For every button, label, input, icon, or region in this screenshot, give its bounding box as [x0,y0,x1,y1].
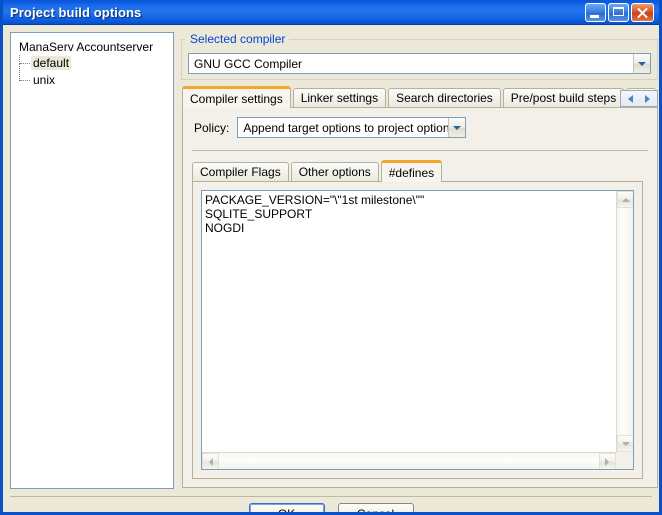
close-icon[interactable] [631,2,654,22]
defines-text-content[interactable]: PACKAGE_VERSION="\"1st milestone\"" SQLI… [202,191,616,452]
scroll-left-icon[interactable] [621,91,639,106]
tab-other-options[interactable]: Other options [290,162,379,182]
compiler-dropdown[interactable]: GNU GCC Compiler [188,53,651,74]
compiler-settings-page: Policy: Append target options to project… [182,107,658,488]
tab-label: Compiler Flags [200,165,281,179]
window-title: Project build options [10,4,142,20]
tree-item-default[interactable]: default [11,55,173,73]
project-build-options-dialog: Project build options ManaServ Accountse… [0,0,662,515]
tab-label: Search directories [396,91,493,105]
tab-label: Pre/post build steps [510,91,617,105]
tab-label: #defines [388,166,435,180]
minimize-icon[interactable] [585,2,606,22]
tab-label: Compiler settings [190,92,283,106]
defines-page: PACKAGE_VERSION="\"1st milestone\"" SQLI… [192,181,643,479]
tab-search-directories[interactable]: Search directories [388,88,501,108]
maximize-icon[interactable] [608,2,629,22]
button-row-separator [10,496,652,497]
tree-item-default-label: default [31,56,72,70]
scroll-right-icon[interactable] [599,453,616,469]
scroll-down-icon[interactable] [617,435,633,452]
tab-pre-post-build-steps[interactable]: Pre/post build steps [502,88,625,108]
tree-branch-icon [19,55,32,73]
horizontal-scrollbar[interactable] [202,452,616,469]
chevron-down-icon[interactable] [633,54,650,73]
window-controls [585,2,657,22]
tree-branch-icon [19,72,32,89]
tree-root-item[interactable]: ManaServ Accountserver [11,33,173,55]
tab-scroll-spinner[interactable] [620,90,658,107]
tab-label: Other options [298,165,371,179]
tab-linker-settings[interactable]: Linker settings [292,88,387,108]
horizontal-scroll-track[interactable] [219,453,599,469]
vertical-scroll-track[interactable] [617,208,633,435]
tab-defines[interactable]: #defines [380,160,443,182]
selected-compiler-group: Selected compiler GNU GCC Compiler [181,32,658,80]
tree-root-label: ManaServ Accountserver [19,40,154,54]
compiler-options-notebook: Compiler Flags Other options #defines PA… [192,160,643,480]
policy-separator [192,150,648,151]
build-targets-tree[interactable]: ManaServ Accountserver default unix [10,32,174,489]
ok-button[interactable]: OK [248,503,325,512]
inner-tab-strip: Compiler Flags Other options #defines [192,160,643,182]
chevron-down-icon[interactable] [448,118,466,137]
tab-compiler-flags[interactable]: Compiler Flags [192,162,289,182]
tree-item-unix[interactable]: unix [11,72,173,89]
policy-label: Policy: [194,120,230,135]
dialog-button-row: OK Cancel [3,503,659,512]
scroll-right-icon[interactable] [639,91,657,106]
build-options-notebook: Compiler settings Linker settings Search… [182,86,658,489]
tree-item-unix-label: unix [33,73,56,87]
tab-label: Linker settings [300,91,379,105]
vertical-scrollbar[interactable] [616,191,633,452]
scroll-up-icon[interactable] [617,191,633,208]
title-bar: Project build options [3,0,659,25]
policy-row: Policy: Append target options to project… [194,117,467,138]
tab-compiler-settings[interactable]: Compiler settings [182,86,291,108]
policy-dropdown[interactable]: Append target options to project options [237,117,467,138]
defines-textarea[interactable]: PACKAGE_VERSION="\"1st milestone\"" SQLI… [201,190,634,470]
options-pane: Selected compiler GNU GCC Compiler Compi… [181,32,658,489]
notebook-tab-strip: Compiler settings Linker settings Search… [182,86,658,108]
scrollbar-corner [616,452,633,469]
dialog-client-area: ManaServ Accountserver default unix Sele… [3,25,659,512]
selected-compiler-label: Selected compiler [187,32,289,46]
compiler-dropdown-value: GNU GCC Compiler [194,56,303,71]
policy-dropdown-value: Append target options to project options [243,120,449,135]
scroll-left-icon[interactable] [202,453,219,469]
cancel-button[interactable]: Cancel [337,503,414,512]
